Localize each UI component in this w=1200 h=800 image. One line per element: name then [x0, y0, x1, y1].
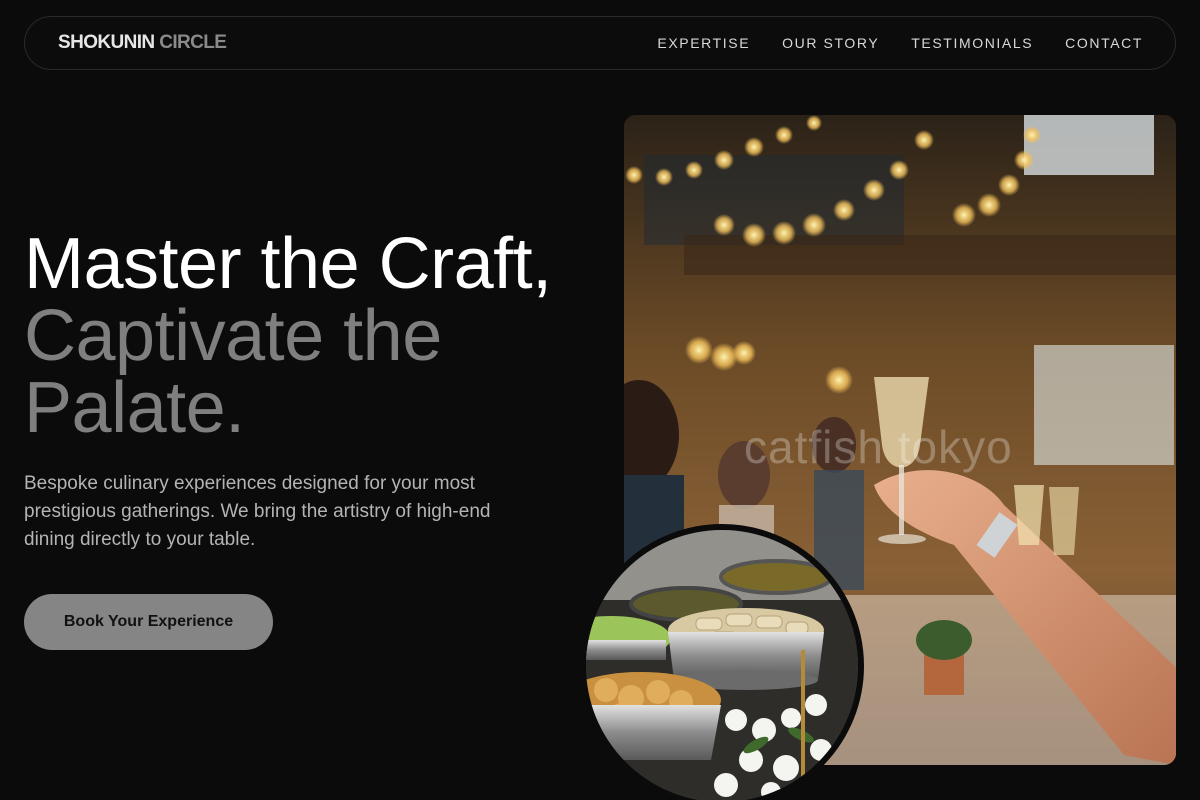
- nav-link-our-story[interactable]: OUR STORY: [782, 35, 879, 51]
- hero-headline: Master the Craft, Captivate the Palate.: [24, 228, 614, 444]
- headline-line-2: Captivate the Palate.: [24, 296, 442, 448]
- catering-buffet-photo: [580, 524, 864, 800]
- photo-watermark: catfish tokyo: [744, 421, 1013, 473]
- brand-logo[interactable]: SHOKUNIN CIRCLE: [58, 32, 227, 54]
- headline-line-1: Master the Craft,: [24, 224, 552, 304]
- book-experience-button[interactable]: Book Your Experience: [24, 594, 273, 650]
- hero-subtext: Bespoke culinary experiences designed fo…: [24, 473, 491, 550]
- landing-page: SHOKUNIN CIRCLE EXPERTISE OUR STORY TEST…: [0, 0, 1200, 800]
- top-navigation: SHOKUNIN CIRCLE EXPERTISE OUR STORY TEST…: [24, 16, 1176, 70]
- buffet-scene: [586, 530, 858, 800]
- nav-links: EXPERTISE OUR STORY TESTIMONIALS CONTACT: [657, 35, 1143, 51]
- nav-link-testimonials[interactable]: TESTIMONIALS: [911, 35, 1033, 51]
- nav-link-contact[interactable]: CONTACT: [1065, 35, 1143, 51]
- brand-name-primary: SHOKUNIN: [58, 32, 155, 53]
- nav-link-expertise[interactable]: EXPERTISE: [657, 35, 750, 51]
- brand-name-secondary: CIRCLE: [159, 32, 227, 53]
